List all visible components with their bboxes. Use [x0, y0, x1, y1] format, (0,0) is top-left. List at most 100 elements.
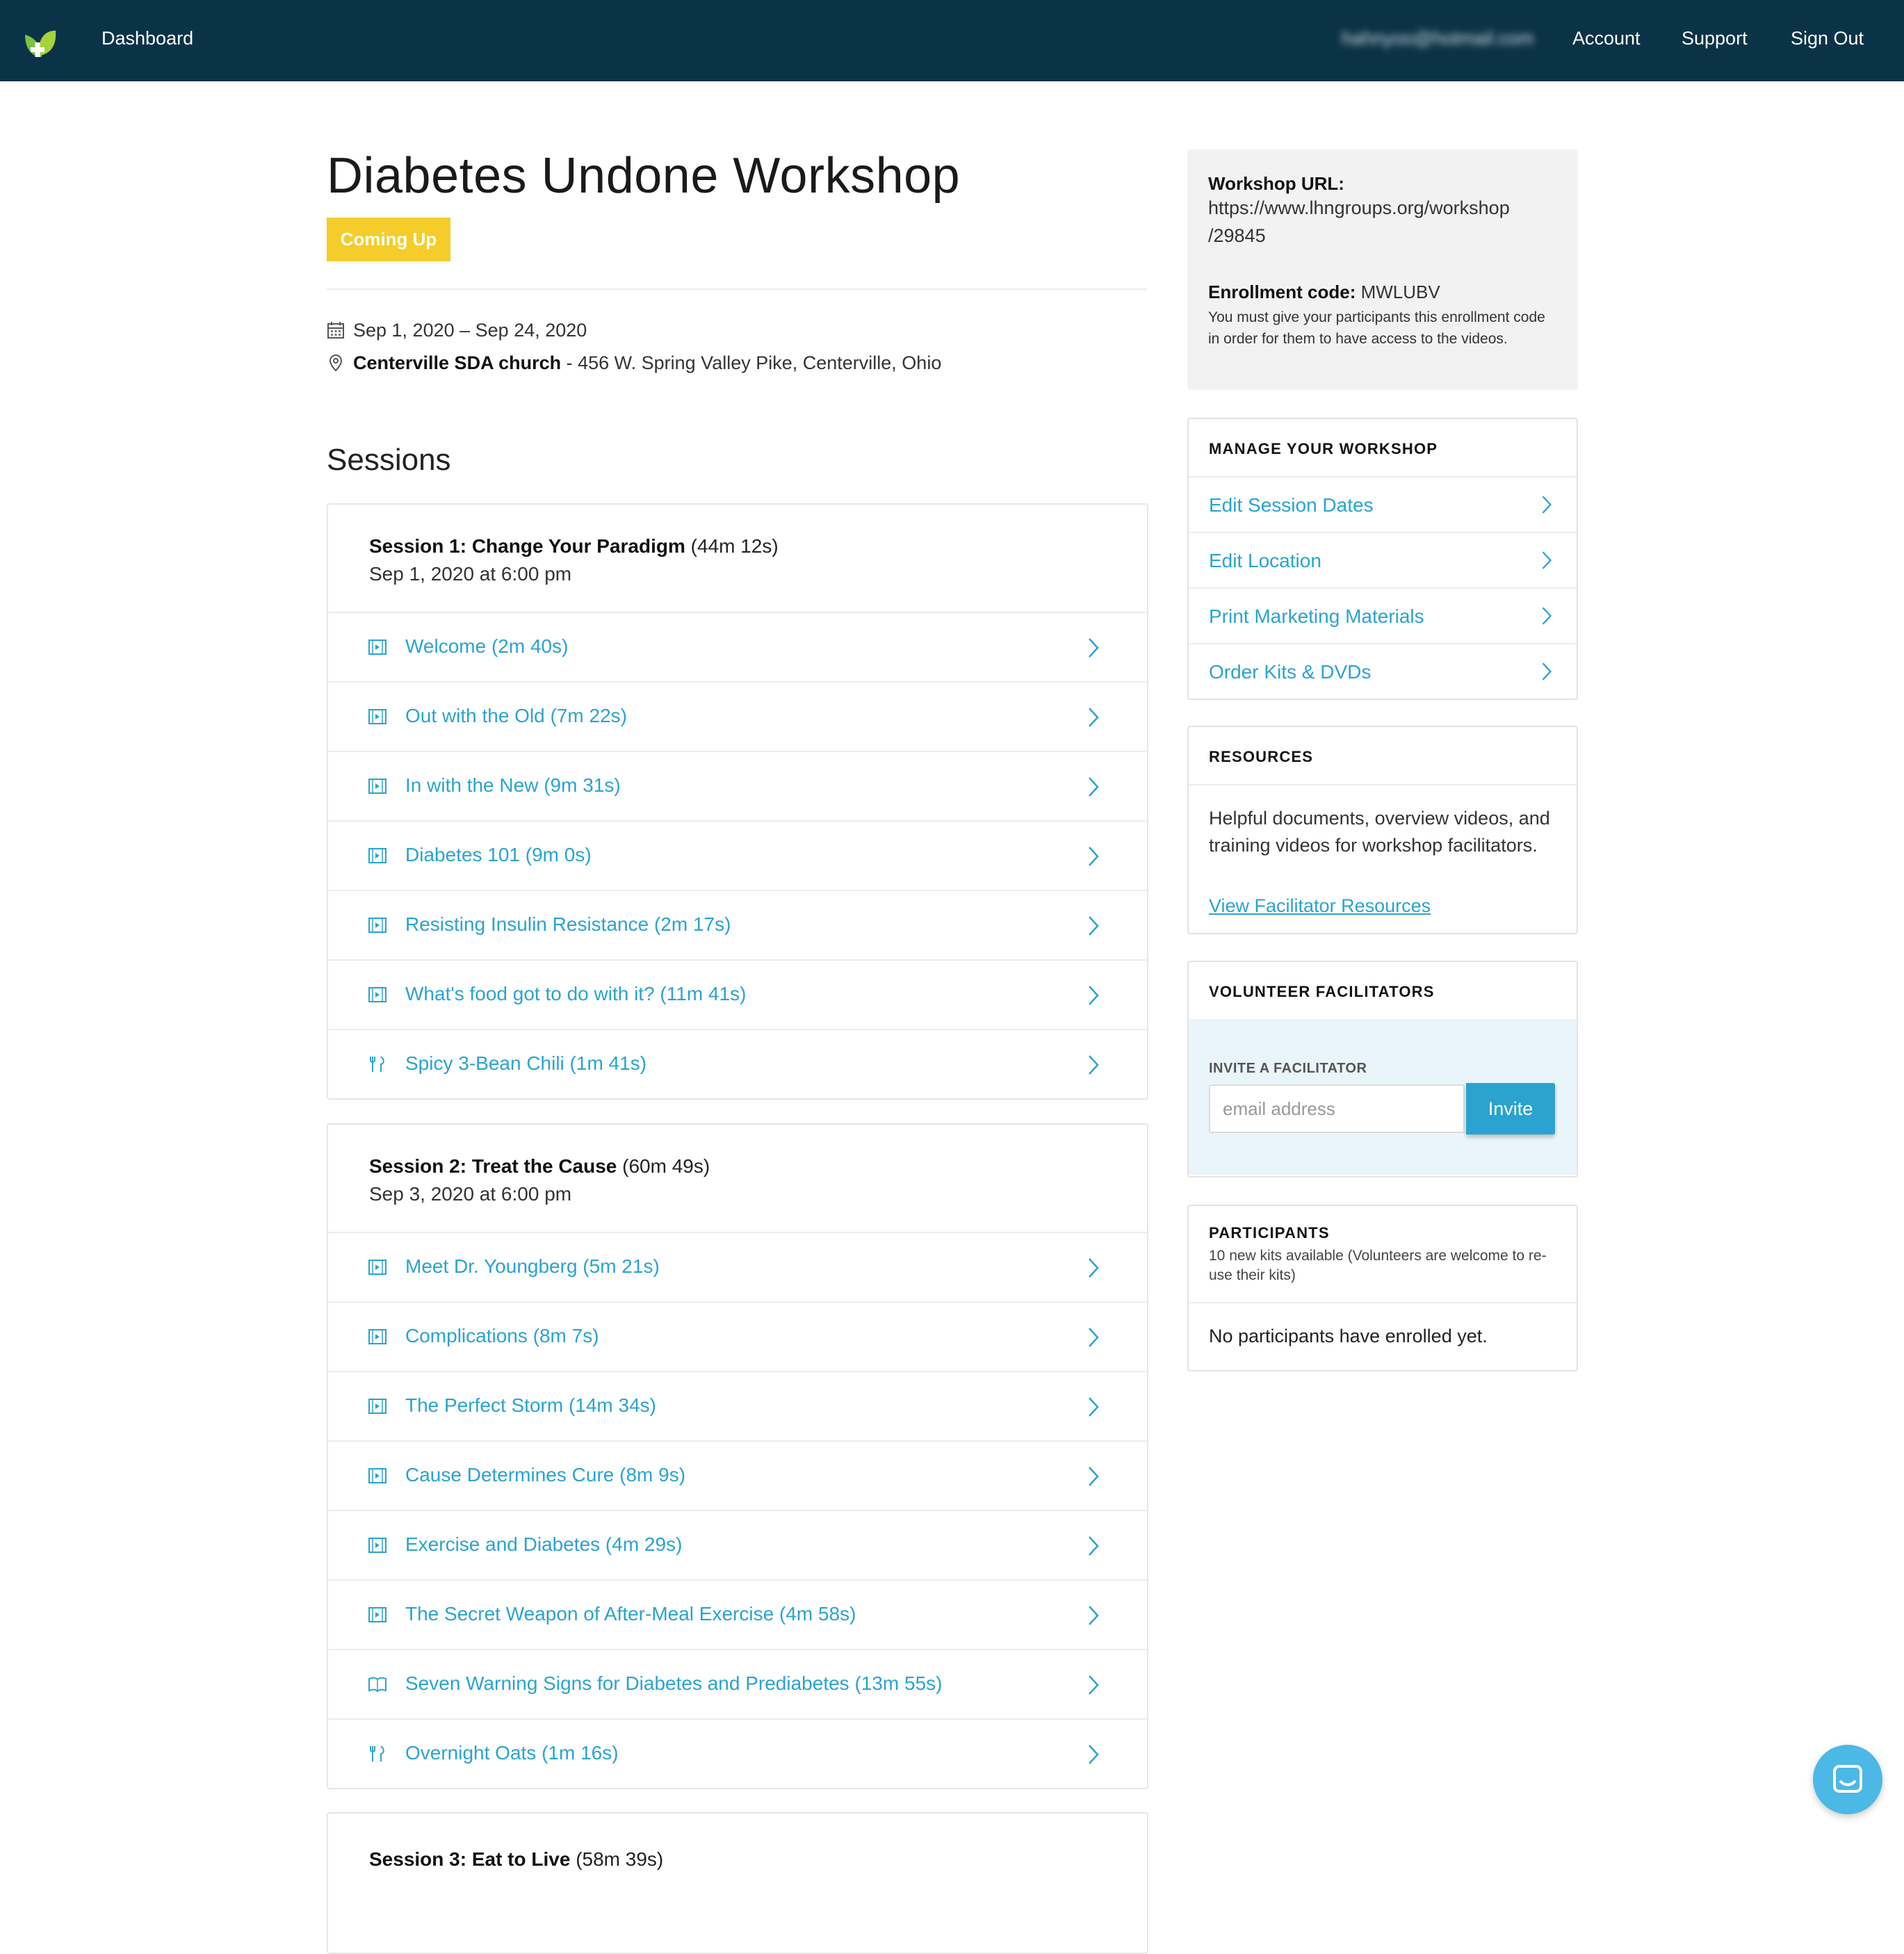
session-item[interactable]: In with the New (9m 31s) — [328, 752, 1147, 822]
video-icon — [368, 779, 387, 794]
manage-workshop-card: MANAGE YOUR WORKSHOP Edit Session Dates E… — [1187, 418, 1578, 700]
manage-item[interactable]: Edit Session Dates — [1189, 478, 1577, 533]
manage-item-label[interactable]: Order Kits & DVDs — [1209, 661, 1371, 683]
chevron-right-icon — [1089, 1606, 1099, 1625]
session-item-label[interactable]: What's food got to do with it? (11m 41s) — [405, 983, 746, 1005]
nav-support-link[interactable]: Support — [1682, 28, 1748, 49]
session-title: Session 1: Change Your Paradigm (44m 12s… — [369, 535, 779, 557]
session-item-label[interactable]: Spicy 3-Bean Chili (1m 41s) — [405, 1052, 646, 1075]
chevron-right-icon — [1089, 1055, 1099, 1075]
session-item[interactable]: Seven Warning Signs for Diabetes and Pre… — [328, 1650, 1147, 1720]
status-badge: Coming Up — [327, 218, 450, 261]
session-items: Meet Dr. Youngberg (5m 21s) Complications… — [328, 1233, 1147, 1788]
volunteer-facilitators-card: VOLUNTEER FACILITATORS INVITE A FACILITA… — [1187, 961, 1578, 1178]
session-item[interactable]: The Perfect Storm (14m 34s) — [328, 1372, 1147, 1442]
logo-leaf-icon[interactable] — [18, 21, 63, 65]
workshop-url-line1[interactable]: https://www.lhngroups.org/workshop — [1208, 194, 1556, 222]
session-item[interactable]: Resisting Insulin Resistance (2m 17s) — [328, 891, 1147, 961]
session-item-label[interactable]: Out with the Old (7m 22s) — [405, 705, 627, 727]
session-item[interactable]: Exercise and Diabetes (4m 29s) — [328, 1511, 1147, 1581]
chevron-right-icon — [1089, 1536, 1099, 1556]
utensils-icon — [370, 1056, 384, 1072]
resources-heading: RESOURCES — [1209, 748, 1314, 765]
manage-item-label[interactable]: Edit Location — [1209, 550, 1321, 572]
chevron-right-icon — [1089, 847, 1099, 866]
video-icon — [368, 1399, 387, 1414]
manage-workshop-heading: MANAGE YOUR WORKSHOP — [1209, 440, 1438, 457]
session-date: Sep 1, 2020 at 6:00 pm — [369, 563, 572, 585]
manage-item-label[interactable]: Print Marketing Materials — [1209, 605, 1424, 628]
nav-dashboard-link[interactable]: Dashboard — [101, 28, 193, 49]
session-item[interactable]: Out with the Old (7m 22s) — [328, 683, 1147, 752]
session-item[interactable]: Welcome (2m 40s) — [328, 613, 1147, 683]
session-item[interactable]: What's food got to do with it? (11m 41s) — [328, 961, 1147, 1030]
session-item-label[interactable]: Diabetes 101 (9m 0s) — [405, 844, 592, 866]
divider — [327, 288, 1147, 290]
participants-kits-note: 10 new kits available (Volunteers are we… — [1209, 1248, 1547, 1283]
invite-facilitator-panel: INVITE A FACILITATOR Invite — [1189, 1019, 1577, 1175]
manage-item[interactable]: Print Marketing Materials — [1189, 589, 1577, 644]
video-icon — [368, 987, 387, 1002]
manage-item-label[interactable]: Edit Session Dates — [1209, 494, 1374, 516]
chat-launcher-button[interactable] — [1813, 1745, 1882, 1814]
session-item-label[interactable]: Welcome (2m 40s) — [405, 635, 568, 658]
chevron-right-icon — [1089, 986, 1099, 1005]
date-range-row: Sep 1, 2020 – Sep 24, 2020 — [327, 320, 587, 341]
video-icon — [368, 918, 387, 933]
manage-item[interactable]: Order Kits & DVDs — [1189, 644, 1577, 699]
session-item[interactable]: Diabetes 101 (9m 0s) — [328, 822, 1147, 891]
calendar-icon — [327, 322, 344, 339]
session-item-label[interactable]: Overnight Oats (1m 16s) — [405, 1742, 619, 1764]
volunteer-facilitators-header: VOLUNTEER FACILITATORS — [1189, 962, 1577, 1020]
utensils-icon — [370, 1745, 384, 1761]
session-duration: (58m 39s) — [576, 1848, 664, 1870]
session-item-label[interactable]: The Perfect Storm (14m 34s) — [405, 1394, 656, 1417]
video-icon — [368, 1607, 387, 1622]
session-card: Session 3: Eat to Live (58m 39s) — [327, 1812, 1148, 1954]
session-item[interactable]: The Secret Weapon of After-Meal Exercise… — [328, 1581, 1147, 1650]
session-duration: (60m 49s) — [622, 1155, 710, 1177]
session-item-label[interactable]: Complications (8m 7s) — [405, 1325, 599, 1347]
session-item[interactable]: Overnight Oats (1m 16s) — [328, 1720, 1147, 1788]
video-icon — [368, 1329, 387, 1344]
participants-heading: PARTICIPANTS — [1209, 1224, 1330, 1241]
session-item[interactable]: Meet Dr. Youngberg (5m 21s) — [328, 1233, 1147, 1303]
sessions-heading: Sessions — [327, 443, 451, 477]
volunteer-facilitators-heading: VOLUNTEER FACILITATORS — [1209, 983, 1435, 1000]
manage-item[interactable]: Edit Location — [1189, 533, 1577, 589]
book-icon — [368, 1677, 387, 1693]
nav-account-link[interactable]: Account — [1572, 28, 1641, 49]
session-item-label[interactable]: Seven Warning Signs for Diabetes and Pre… — [405, 1672, 943, 1695]
chevron-right-icon — [1089, 1258, 1099, 1278]
enrollment-code-row: Enrollment code: MWLUBV — [1208, 282, 1440, 303]
session-item-label[interactable]: Exercise and Diabetes (4m 29s) — [405, 1533, 682, 1556]
video-icon — [368, 1538, 387, 1553]
manage-workshop-list: Edit Session Dates Edit Location Print Mar… — [1189, 478, 1577, 699]
session-item-label[interactable]: The Secret Weapon of After-Meal Exercise… — [405, 1603, 856, 1625]
chevron-right-icon — [1542, 607, 1552, 625]
session-item-label[interactable]: Meet Dr. Youngberg (5m 21s) — [405, 1255, 660, 1278]
participants-header: PARTICIPANTS 10 new kits available (Volu… — [1189, 1206, 1577, 1303]
session-item[interactable]: Complications (8m 7s) — [328, 1303, 1147, 1372]
invite-email-input[interactable] — [1209, 1084, 1465, 1133]
chevron-right-icon — [1542, 496, 1552, 514]
session-items: Welcome (2m 40s) Out with the Old (7m 22s… — [328, 613, 1147, 1098]
nav-signout-link[interactable]: Sign Out — [1791, 28, 1864, 49]
session-date: Sep 3, 2020 at 6:00 pm — [369, 1183, 572, 1205]
session-item[interactable]: Spicy 3-Bean Chili (1m 41s) — [328, 1030, 1147, 1098]
session-item-label[interactable]: Resisting Insulin Resistance (2m 17s) — [405, 913, 731, 936]
session-item[interactable]: Cause Determines Cure (8m 9s) — [328, 1442, 1147, 1511]
top-navbar: Dashboard hahnyoo@hotmail.com Account Su… — [0, 0, 1904, 81]
video-icon — [368, 1260, 387, 1275]
session-item-label[interactable]: In with the New (9m 31s) — [405, 774, 621, 797]
invite-button[interactable]: Invite — [1466, 1083, 1555, 1134]
workshop-url-value[interactable]: https://www.lhngroups.org/workshop /2984… — [1208, 194, 1556, 250]
workshop-url-label: Workshop URL: — [1208, 173, 1344, 194]
session-name: Session 2: Treat the Cause — [369, 1155, 617, 1177]
chevron-right-icon — [1089, 1675, 1099, 1695]
workshop-url-line2[interactable]: /29845 — [1208, 222, 1556, 250]
session-item-label[interactable]: Cause Determines Cure (8m 9s) — [405, 1464, 685, 1486]
nav-user-email[interactable]: hahnyoo@hotmail.com — [1342, 28, 1534, 49]
session-card: Session 1: Change Your Paradigm (44m 12s… — [327, 503, 1148, 1100]
view-facilitator-resources-link[interactable]: View Facilitator Resources — [1209, 895, 1431, 917]
